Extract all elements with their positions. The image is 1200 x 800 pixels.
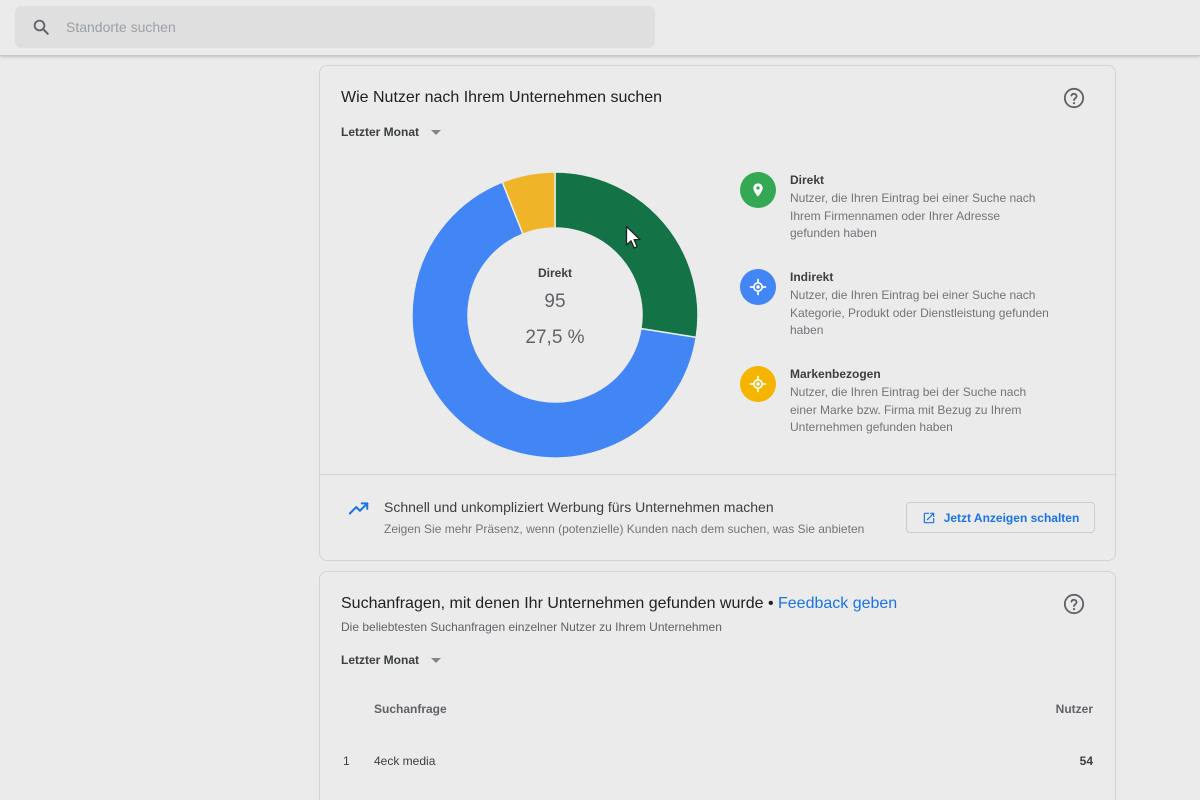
period-label: Letzter Monat <box>341 653 419 667</box>
row-query: 4eck media <box>374 754 436 768</box>
promo-subtitle: Zeigen Sie mehr Präsenz, wenn (potenziel… <box>384 522 865 536</box>
map-pin-icon <box>740 172 776 208</box>
center-percent: 27,5 % <box>525 327 585 348</box>
title-separator: • <box>763 595 778 612</box>
legend-title: Indirekt <box>790 270 834 284</box>
period-label: Letzter Monat <box>341 125 419 139</box>
period-dropdown[interactable]: Letzter Monat <box>341 653 441 667</box>
center-label: Direkt <box>537 266 572 280</box>
card-subtitle: Die beliebtesten Suchanfragen einzelner … <box>341 620 722 634</box>
location-target-icon <box>740 366 776 402</box>
legend-title: Direkt <box>790 173 825 187</box>
card-title: Suchanfragen, mit denen Ihr Unternehmen … <box>341 595 897 613</box>
legend-title: Markenbezogen <box>790 367 881 381</box>
legend-description: Nutzer, die Ihren Eintrag bei einer Such… <box>790 191 1036 240</box>
help-icon[interactable] <box>1063 593 1085 615</box>
promo-title: Schnell und unkompliziert Werbung fürs U… <box>384 499 774 515</box>
period-dropdown[interactable]: Letzter Monat <box>341 125 441 139</box>
run-ads-button[interactable]: Jetzt Anzeigen schalten <box>906 502 1095 533</box>
mouse-cursor-icon <box>625 225 641 249</box>
help-icon[interactable] <box>1063 87 1085 109</box>
run-ads-button-label: Jetzt Anzeigen schalten <box>943 510 1080 525</box>
search-box[interactable] <box>15 6 655 48</box>
row-users: 54 <box>1079 754 1093 768</box>
card-title-text: Suchanfragen, mit denen Ihr Unternehmen … <box>341 595 764 612</box>
column-header-query: Suchanfrage <box>374 702 447 716</box>
open-external-icon <box>922 511 936 525</box>
top-bar <box>0 0 1200 56</box>
divider <box>320 474 1115 475</box>
legend-description: Nutzer, die Ihren Eintrag bei einer Such… <box>790 288 1049 337</box>
location-target-icon <box>740 269 776 305</box>
trending-up-icon <box>348 502 369 515</box>
caret-down-icon <box>431 129 441 135</box>
search-queries-card: Suchanfragen, mit denen Ihr Unternehmen … <box>319 571 1116 800</box>
row-index: 1 <box>343 754 350 768</box>
feedback-link[interactable]: Feedback geben <box>778 595 897 612</box>
donut-center-info: Direkt 95 27,5 % <box>465 266 645 349</box>
card-title: Wie Nutzer nach Ihrem Unternehmen suchen <box>341 89 663 106</box>
search-type-card: Wie Nutzer nach Ihrem Unternehmen suchen… <box>319 65 1116 561</box>
legend-description: Nutzer, die Ihren Eintrag bei der Suche … <box>790 385 1027 434</box>
search-icon <box>32 18 50 36</box>
column-header-users: Nutzer <box>1055 702 1093 716</box>
caret-down-icon <box>431 657 441 663</box>
center-value: 95 <box>544 291 566 312</box>
search-input[interactable] <box>66 19 566 35</box>
table-row: 1 4eck media 54 <box>320 754 1115 774</box>
